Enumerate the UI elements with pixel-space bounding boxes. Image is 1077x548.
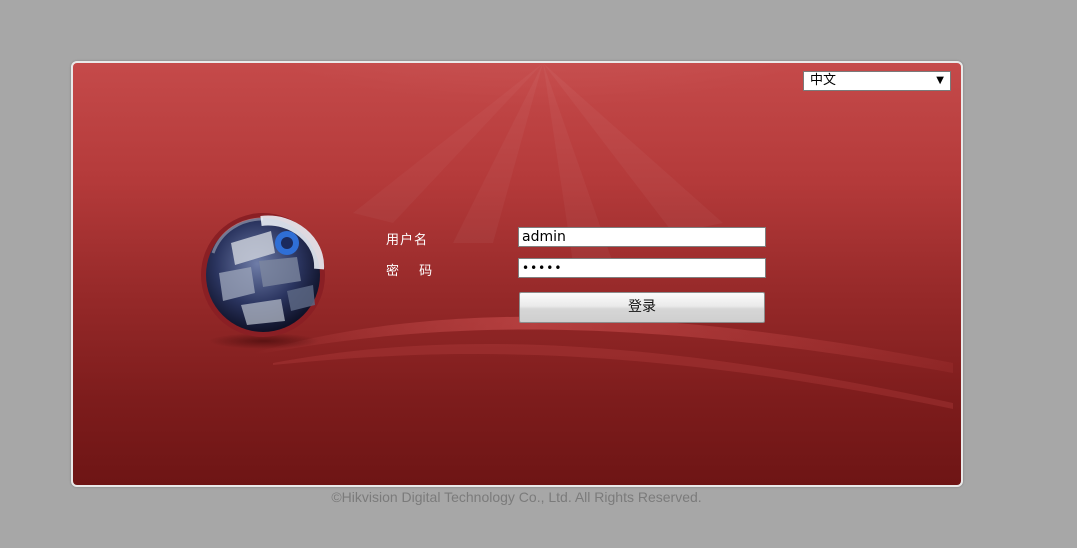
- password-label: 密 码: [386, 264, 434, 279]
- login-panel: 中文 ▼ 用户名 密 码 admin ••••• 登录: [71, 61, 963, 487]
- chevron-down-icon: ▼: [936, 75, 944, 86]
- username-label: 用户名: [386, 233, 429, 248]
- copyright-text: ©Hikvision Digital Technology Co., Ltd. …: [331, 489, 702, 505]
- password-input[interactable]: •••••: [518, 258, 766, 278]
- language-select-value: 中文: [810, 73, 837, 88]
- username-input[interactable]: admin: [518, 227, 766, 247]
- language-select[interactable]: 中文 ▼: [803, 71, 951, 91]
- camera-globe-logo: [201, 213, 325, 349]
- login-button[interactable]: 登录: [519, 292, 765, 323]
